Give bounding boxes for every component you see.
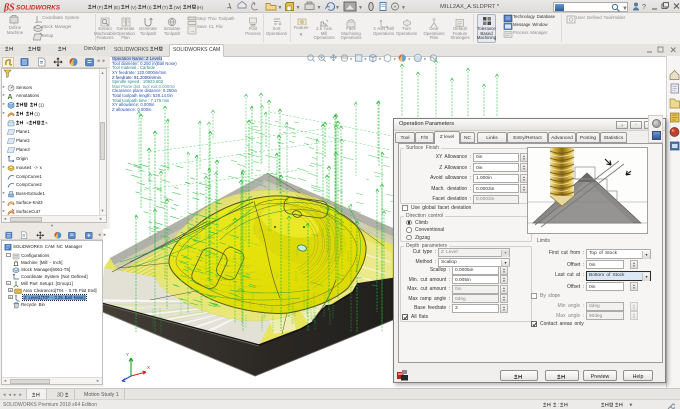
- svg-text:?: ?: [642, 4, 646, 11]
- svg-text:X: X: [147, 365, 150, 370]
- svg-text:▼: ▼: [335, 5, 340, 11]
- svg-text:Y: Y: [126, 352, 129, 357]
- svg-text:▼: ▼: [296, 5, 301, 11]
- svg-text:→: →: [189, 28, 195, 34]
- svg-text:▼: ▼: [622, 6, 628, 12]
- svg-text:▼: ▼: [278, 5, 283, 11]
- svg-text:▼: ▼: [358, 5, 363, 11]
- svg-text:▼: ▼: [401, 5, 406, 11]
- svg-text:SOLIDWORKS: SOLIDWORKS: [16, 5, 61, 12]
- svg-text:βS: βS: [4, 3, 15, 13]
- svg-text:A: A: [8, 94, 13, 100]
- svg-text:▼: ▼: [317, 5, 322, 11]
